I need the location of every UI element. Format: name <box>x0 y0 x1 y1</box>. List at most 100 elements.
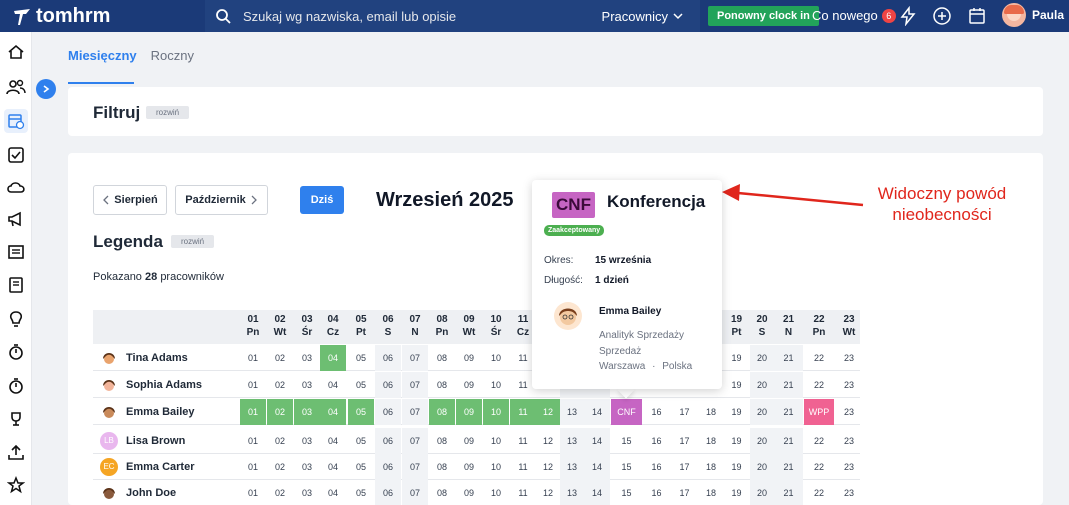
employee-name[interactable]: Sophia Adams <box>126 379 202 391</box>
employee-name[interactable]: Emma Carter <box>126 461 194 473</box>
day-cell[interactable]: 17 <box>671 454 698 480</box>
prev-month-button[interactable]: Sierpień <box>93 185 167 215</box>
day-cell-green[interactable]: 08 <box>429 399 455 425</box>
day-cell[interactable]: 13 <box>560 454 584 480</box>
sidebar-item-calendar[interactable] <box>4 109 28 133</box>
plus-circle-icon[interactable] <box>932 6 952 26</box>
day-cell[interactable]: 14 <box>584 428 610 454</box>
day-cell[interactable]: 21 <box>774 480 803 505</box>
day-cell[interactable]: 04 <box>320 372 346 398</box>
day-cell-green[interactable]: 10 <box>483 399 509 425</box>
day-cell[interactable]: 04 <box>320 454 346 480</box>
day-cell[interactable]: 21 <box>774 372 803 398</box>
day-cell[interactable]: 19 <box>724 345 749 371</box>
day-cell[interactable]: 14 <box>584 480 610 505</box>
tab-yearly[interactable]: Roczny <box>151 48 194 63</box>
day-cell[interactable]: 07 <box>402 454 428 480</box>
day-cell[interactable]: 19 <box>724 454 749 480</box>
table-row[interactable]: Sophia Adams0102030405060708091011121314… <box>93 372 860 398</box>
day-cell[interactable]: 07 <box>402 428 428 454</box>
day-cell[interactable]: 13 <box>560 399 584 425</box>
day-cell[interactable]: 18 <box>698 454 724 480</box>
sidebar-item-cloud[interactable] <box>4 175 28 199</box>
table-row[interactable]: Tina Adams010203040506070809101112131415… <box>93 345 860 371</box>
day-cell[interactable]: 15 <box>611 480 642 505</box>
day-cell-wpp[interactable]: WPP <box>804 399 834 425</box>
day-cell[interactable]: 19 <box>724 428 749 454</box>
day-cell[interactable]: 03 <box>294 454 320 480</box>
day-cell[interactable]: 06 <box>375 399 401 425</box>
day-cell[interactable]: 23 <box>836 480 862 505</box>
day-cell[interactable]: 23 <box>836 345 862 371</box>
day-cell[interactable]: 08 <box>429 454 455 480</box>
filter-expand-button[interactable]: rozwiń <box>146 106 190 119</box>
day-cell[interactable]: 02 <box>267 345 293 371</box>
sidebar-item-favorites[interactable] <box>4 473 28 497</box>
day-cell[interactable]: 09 <box>456 480 482 505</box>
day-cell[interactable]: 08 <box>429 345 455 371</box>
day-cell[interactable]: 16 <box>643 480 670 505</box>
day-cell[interactable]: 02 <box>267 454 293 480</box>
day-cell[interactable]: 23 <box>836 372 862 398</box>
day-cell[interactable]: 08 <box>429 372 455 398</box>
table-row[interactable]: LB Lisa Brown 01 02 03 04 05 06 07 08 09 10 11 12 13 14… <box>93 428 860 454</box>
table-row[interactable]: John Doe 01 02 03 04 05 06 07 08 09 10 11 12 13 14 15 16… <box>93 480 860 505</box>
day-cell[interactable]: 13 <box>560 480 584 505</box>
day-cell[interactable]: 21 <box>774 428 803 454</box>
day-cell[interactable]: 09 <box>456 372 482 398</box>
day-cell[interactable]: 12 <box>536 428 560 454</box>
sidebar-item-announcements[interactable] <box>4 207 28 231</box>
app-logo[interactable]: tomhrm <box>12 5 110 28</box>
day-cell[interactable]: 03 <box>294 372 320 398</box>
legend-expand-button[interactable]: rozwiń <box>171 235 215 248</box>
day-cell[interactable]: 20 <box>750 480 774 505</box>
day-cell[interactable]: 09 <box>456 345 482 371</box>
day-cell[interactable]: 06 <box>375 480 401 505</box>
day-cell[interactable]: 05 <box>348 480 374 505</box>
day-cell[interactable]: 17 <box>671 480 698 505</box>
day-cell-cnf[interactable]: CNF <box>611 399 642 425</box>
day-cell[interactable]: 06 <box>375 345 401 371</box>
day-cell[interactable]: 22 <box>804 372 834 398</box>
day-cell[interactable]: 06 <box>375 428 401 454</box>
table-row[interactable]: Emma Bailey 01 02 03 04 05 06 07 08 09 10 11 12 13 14 C… <box>93 399 860 425</box>
day-cell[interactable]: 18 <box>698 399 724 425</box>
day-cell[interactable]: 19 <box>724 480 749 505</box>
popover-employee-name[interactable]: Emma Bailey <box>599 306 661 317</box>
day-cell[interactable]: 18 <box>698 428 724 454</box>
day-cell[interactable]: 22 <box>804 480 834 505</box>
day-cell[interactable]: 02 <box>267 480 293 505</box>
sidebar-item-tasks[interactable] <box>4 143 28 167</box>
day-cell[interactable]: 14 <box>584 454 610 480</box>
calendar-icon[interactable] <box>967 6 987 26</box>
day-cell[interactable]: 01 <box>240 480 266 505</box>
day-cell-green[interactable]: 09 <box>456 399 482 425</box>
sidebar-item-documents[interactable] <box>4 273 28 297</box>
day-cell-green[interactable]: 12 <box>536 399 560 425</box>
day-cell[interactable]: 11 <box>510 454 536 480</box>
day-cell[interactable]: 07 <box>402 372 428 398</box>
day-cell[interactable]: 20 <box>750 399 774 425</box>
day-cell-green[interactable]: 01 <box>240 399 266 425</box>
employee-name[interactable]: Emma Bailey <box>126 406 194 418</box>
day-cell-green[interactable]: 04 <box>320 345 346 371</box>
day-cell[interactable]: 04 <box>320 428 346 454</box>
day-cell[interactable]: 10 <box>483 372 509 398</box>
day-cell[interactable]: 03 <box>294 480 320 505</box>
employee-name[interactable]: John Doe <box>126 487 176 499</box>
search-bar[interactable]: Szukaj wg nazwiska, email lub opisie Pra… <box>205 0 700 32</box>
day-cell[interactable]: 22 <box>804 454 834 480</box>
day-cell[interactable]: 20 <box>750 372 774 398</box>
next-month-button[interactable]: Październik <box>175 185 268 215</box>
day-cell-green[interactable]: 03 <box>294 399 320 425</box>
day-cell[interactable]: 11 <box>510 480 536 505</box>
day-cell[interactable]: 05 <box>348 372 374 398</box>
day-cell[interactable]: 16 <box>643 428 670 454</box>
day-cell[interactable]: 12 <box>536 480 560 505</box>
day-cell[interactable]: 03 <box>294 428 320 454</box>
day-cell[interactable]: 08 <box>429 428 455 454</box>
day-cell[interactable]: 08 <box>429 480 455 505</box>
sidebar-item-home[interactable] <box>4 40 28 64</box>
day-cell[interactable]: 02 <box>267 428 293 454</box>
day-cell[interactable]: 09 <box>456 454 482 480</box>
